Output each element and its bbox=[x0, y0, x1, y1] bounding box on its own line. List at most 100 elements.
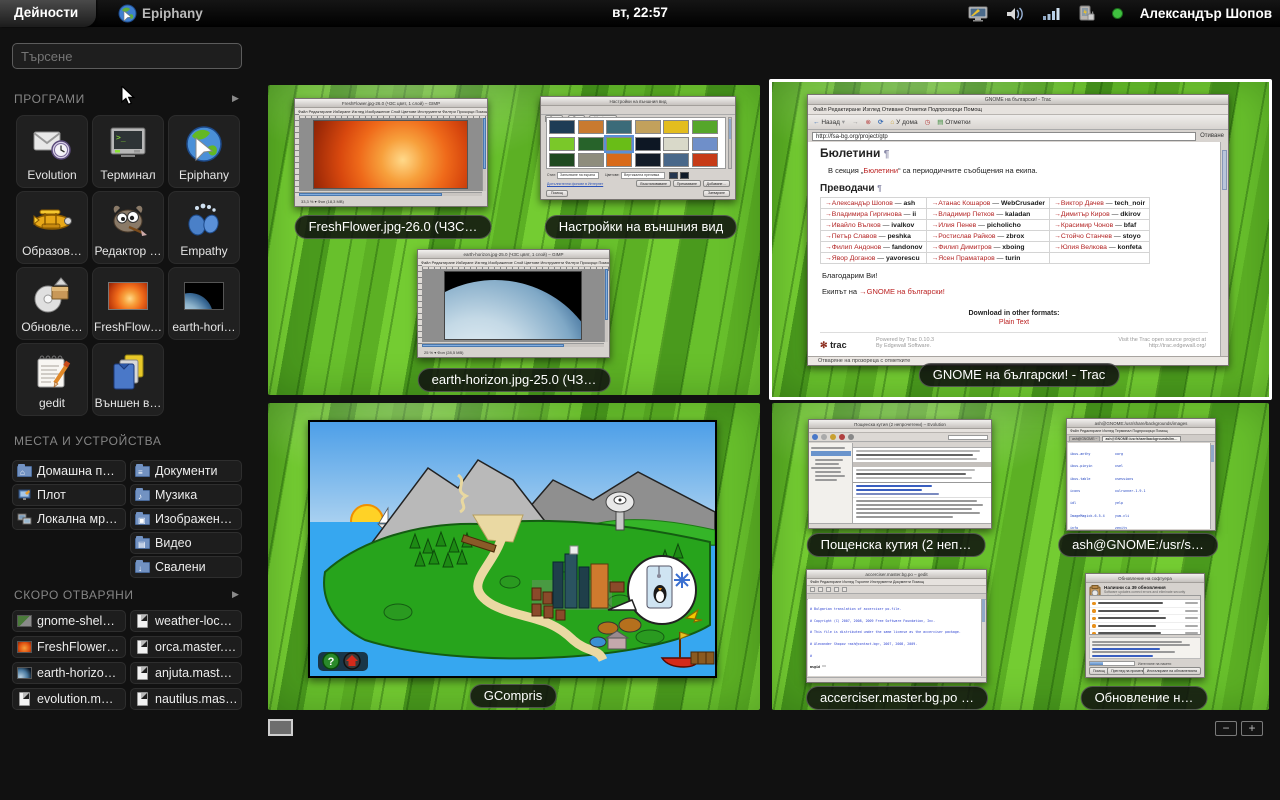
install-button[interactable]: Инсталиране на обновленията bbox=[1143, 667, 1201, 674]
app-tile-gcompris[interactable]: Образов… bbox=[16, 191, 88, 264]
scrollbar[interactable] bbox=[981, 599, 985, 676]
app-tile-empathy[interactable]: Empathy bbox=[168, 191, 240, 264]
translator-link[interactable]: →Явор Доганов bbox=[825, 255, 875, 262]
remove-button[interactable]: Премахване bbox=[673, 180, 701, 187]
gimp-menubar[interactable]: Файл Редактиране Избиране Изглед Изображ… bbox=[295, 108, 487, 116]
wallpaper-thumbnail[interactable] bbox=[663, 120, 689, 134]
epiphany-menubar[interactable]: Файл Редактиране Изглед Отиване Отметки … bbox=[808, 105, 1228, 115]
terminal-menubar[interactable]: Файл Редактиране Изглед Терминал Подпроз… bbox=[1067, 428, 1215, 435]
window-gimp-earth[interactable]: earth-horizon.jpg-25.0 (ЧЗС цвят, 1 слой… bbox=[417, 249, 610, 358]
gimp-canvas[interactable] bbox=[299, 118, 482, 191]
gedit-toolbar[interactable] bbox=[807, 586, 986, 594]
reload-icon[interactable]: ⟳ bbox=[878, 118, 883, 126]
add-button[interactable]: Добавяне… bbox=[703, 180, 730, 187]
place-downloads[interactable]: ↓ Свалени bbox=[130, 556, 242, 578]
app-tile-epiphany[interactable]: Epiphany bbox=[168, 115, 240, 188]
clock[interactable]: вт, 22:57 bbox=[612, 5, 668, 20]
terminal-tab-active[interactable]: ash@GNOME:/usr/share/backgrounds/im… bbox=[1102, 436, 1180, 441]
translator-link[interactable]: →Ясен Праматаров bbox=[931, 255, 994, 262]
home-button[interactable]: ⌂ У дома bbox=[890, 119, 917, 126]
translator-link[interactable]: →Стойчо Станчев bbox=[1054, 233, 1112, 240]
display-settings-icon[interactable] bbox=[968, 6, 988, 22]
window-updates[interactable]: Обновление на софтуера Налични са 39 обн… bbox=[1085, 573, 1205, 678]
translator-link[interactable]: →Петър Славов bbox=[825, 233, 877, 240]
workspace-2-active[interactable]: GNOME на български! - Trac Файл Редактир… bbox=[769, 79, 1272, 400]
app-tile-earth-horizon[interactable]: earth-hori… bbox=[168, 267, 240, 340]
team-link[interactable]: →GNOME на български! bbox=[859, 287, 945, 296]
wallpaper-thumbnail[interactable] bbox=[578, 137, 604, 151]
place-pictures[interactable]: ▣ Изображен… bbox=[130, 508, 242, 530]
evolution-folder-pane[interactable] bbox=[809, 443, 853, 523]
help-button[interactable]: Помощ bbox=[1089, 667, 1109, 674]
scrollbar[interactable] bbox=[604, 269, 608, 342]
scrollbar[interactable] bbox=[1220, 142, 1228, 356]
recent-item[interactable]: earth-horizo… bbox=[12, 662, 126, 684]
translator-link[interactable]: →Ивайло Вълков bbox=[825, 222, 881, 229]
history-icon[interactable]: ◷ bbox=[925, 118, 931, 126]
wallpaper-thumbnail[interactable] bbox=[663, 153, 689, 167]
back-button[interactable]: ← Назад ▾ bbox=[813, 118, 845, 126]
wallpaper-thumbnail[interactable] bbox=[549, 137, 575, 151]
window-gedit-po[interactable]: accerciser.master.bg.po – gedit Файл Ред… bbox=[806, 569, 987, 683]
app-tile-gedit[interactable]: gedit bbox=[16, 343, 88, 416]
app-tile-terminal[interactable]: >_ Терминал bbox=[92, 115, 164, 188]
wallpaper-thumbnail[interactable] bbox=[549, 120, 575, 134]
search-input[interactable] bbox=[12, 43, 242, 69]
gedit-menubar[interactable]: Файл Редактиране Изглед Търсене Инструме… bbox=[807, 579, 986, 586]
color-swatch[interactable] bbox=[680, 172, 689, 179]
stop-icon[interactable]: ⊗ bbox=[866, 118, 871, 126]
restore-button[interactable]: Възстановяване bbox=[636, 180, 671, 187]
translator-link[interactable]: →Филип Андонов bbox=[825, 244, 881, 251]
close-button[interactable]: Затваряне bbox=[703, 190, 730, 197]
power-icon[interactable] bbox=[1077, 5, 1095, 22]
bookmarks-button[interactable]: ▤ Отметки bbox=[937, 118, 970, 126]
terminal-output[interactable]: ibus-anthy xorg ibus-pinyin xsel ibus-ta… bbox=[1068, 443, 1210, 529]
window-epiphany-trac[interactable]: GNOME на български! - Trac Файл Редактир… bbox=[807, 94, 1229, 366]
recent-item[interactable]: FreshFlower… bbox=[12, 636, 126, 658]
recent-expand-icon[interactable]: ▶ bbox=[232, 589, 239, 600]
window-terminal[interactable]: ash@GNOME:/usr/share/backgrounds/images … bbox=[1066, 418, 1216, 531]
activities-button[interactable]: Дейности bbox=[0, 0, 96, 27]
wallpaper-thumbnail[interactable] bbox=[692, 153, 718, 167]
translator-link[interactable]: →Димитър Киров bbox=[1054, 211, 1110, 218]
evolution-preview-pane[interactable] bbox=[853, 483, 991, 523]
plain-text-link[interactable]: Plain Text bbox=[820, 319, 1208, 326]
app-tile-freshflower[interactable]: FreshFlow… bbox=[92, 267, 164, 340]
wallpaper-thumbnail[interactable] bbox=[578, 153, 604, 167]
style-dropdown[interactable]: Запълване на екрана bbox=[557, 172, 599, 179]
translator-link[interactable]: →Ростислав Райков bbox=[931, 233, 995, 240]
wallpaper-thumbnail[interactable] bbox=[692, 120, 718, 134]
place-documents[interactable]: ≡ Документи bbox=[130, 460, 242, 482]
scrollbar[interactable] bbox=[1210, 443, 1214, 529]
wallpaper-thumbnail[interactable] bbox=[549, 153, 575, 167]
window-appearance[interactable]: Настройки на външния вид Тема Фон Шрифто… bbox=[540, 96, 736, 200]
user-menu[interactable]: Александър Шопов bbox=[1140, 6, 1272, 21]
window-gimp-freshflower[interactable]: FreshFlower.jpg-26.0 (ЧЗС цвят, 1 слой) … bbox=[294, 98, 488, 207]
app-tile-evolution[interactable]: Evolution bbox=[16, 115, 88, 188]
scrollbar[interactable] bbox=[482, 118, 486, 191]
programs-expand-icon[interactable]: ▶ bbox=[232, 93, 239, 104]
wallpaper-thumbnail[interactable] bbox=[635, 137, 661, 151]
recent-item[interactable]: anjuta.mast… bbox=[130, 662, 242, 684]
recent-item[interactable]: nautilus.mas… bbox=[130, 688, 242, 710]
wallpaper-thumbnail-selected[interactable] bbox=[606, 137, 632, 151]
add-workspace-button[interactable]: + bbox=[1241, 721, 1263, 736]
bulletins-link[interactable]: Бюлетини bbox=[863, 166, 898, 175]
translator-link[interactable]: →Александър Шопов bbox=[825, 200, 893, 207]
translator-link[interactable]: →Виктор Дачев bbox=[1054, 200, 1104, 207]
place-network[interactable]: Локална мр… bbox=[12, 508, 126, 530]
translator-link[interactable]: →Филип Димитров bbox=[931, 244, 991, 251]
window-gcompris[interactable]: ? bbox=[308, 420, 717, 678]
place-desktop[interactable]: Плот bbox=[12, 484, 126, 506]
workspace-3[interactable]: ? GCompris bbox=[268, 403, 760, 710]
wallpaper-thumbnail[interactable] bbox=[606, 120, 632, 134]
translator-link[interactable]: →Атанас Кошаров bbox=[931, 200, 990, 207]
gimp-menubar[interactable]: Файл Редактиране Избиране Изглед Изображ… bbox=[418, 259, 609, 267]
colors-dropdown[interactable]: Вертикална преливка bbox=[621, 172, 665, 179]
place-home[interactable]: ⌂ Домашна п… bbox=[12, 460, 126, 482]
wallpaper-thumbnail[interactable] bbox=[663, 137, 689, 151]
terminal-tab[interactable]: ash@GNOME:~ bbox=[1069, 436, 1100, 441]
workspace-indicator[interactable] bbox=[268, 719, 293, 736]
app-tile-appearance[interactable]: Външен в… bbox=[92, 343, 164, 416]
scrollbar[interactable] bbox=[728, 117, 732, 169]
